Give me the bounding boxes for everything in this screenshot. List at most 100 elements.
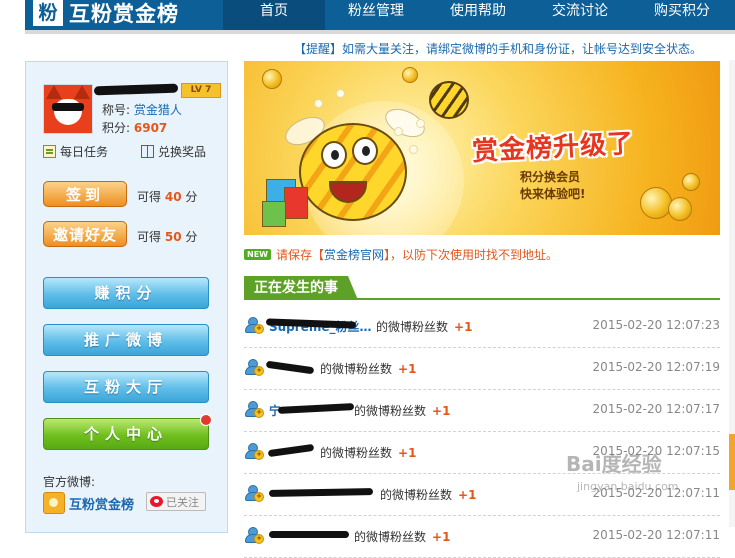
feed-time: 2015-02-20 12:07:17	[592, 402, 720, 416]
section-title: 正在发生的事	[244, 276, 358, 300]
gift-box-icon	[284, 187, 308, 219]
nav-home[interactable]: 首页	[223, 0, 325, 30]
nav-discussion[interactable]: 交流讨论	[529, 0, 631, 30]
official-site-link[interactable]: 赏金榜官网	[324, 246, 384, 263]
nav-fans-management[interactable]: 粉丝管理	[325, 0, 427, 30]
gold-coin-icon	[668, 197, 692, 221]
gift-icon	[141, 145, 154, 158]
feed-item: + 的微博粉丝数 +1 2015-02-20 12:07:11	[244, 517, 720, 558]
weibo-icon	[150, 496, 163, 507]
task-icon	[43, 145, 56, 158]
invite-reward-pre: 可得	[137, 230, 162, 244]
avatar-ear-left	[46, 85, 62, 99]
feed-action: 的微博粉丝数 +1	[354, 404, 451, 418]
daily-task-link[interactable]: 每日任务	[43, 143, 108, 160]
add-fan-icon: +	[245, 317, 264, 334]
feed-action: 的微博粉丝数 +1	[320, 446, 417, 460]
banner-sub-line2: 快来体验吧!	[520, 187, 586, 201]
top-header: 粉 互粉赏金榜 首页 粉丝管理 使用帮助 交流讨论 购买积分	[25, 0, 735, 30]
invite-reward: 可得 50 分	[137, 228, 197, 245]
level-badge: LV 7	[181, 83, 221, 98]
feed-action: 的微博粉丝数 +1	[354, 530, 451, 544]
official-logo-icon[interactable]	[43, 492, 65, 514]
avatar[interactable]	[43, 84, 93, 134]
popcorn-icon	[409, 145, 418, 154]
gold-coin-icon	[262, 69, 282, 89]
user-points-row: 积分: 6907	[102, 119, 167, 136]
earn-points-button[interactable]: 赚积分	[43, 277, 209, 309]
popcorn-icon	[394, 127, 403, 136]
add-fan-icon: +	[245, 401, 264, 418]
checkin-button[interactable]: 签到	[43, 181, 127, 207]
popcorn-icon	[416, 119, 425, 128]
gold-coin-icon	[640, 187, 672, 219]
points-value: 6907	[133, 121, 168, 135]
promote-weibo-button[interactable]: 推广微博	[43, 324, 209, 356]
official-weibo-label: 官方微博:	[43, 475, 96, 489]
checkin-reward: 可得 40 分	[137, 188, 197, 205]
feed-time: 2015-02-20 12:07:11	[592, 528, 720, 542]
redeem-label: 兑换奖品	[158, 145, 207, 159]
logo-icon[interactable]: 粉	[33, 0, 63, 26]
fans-hall-button[interactable]: 互粉大厅	[43, 371, 209, 403]
add-fan-icon: +	[245, 443, 264, 460]
add-fan-icon: +	[245, 359, 264, 376]
promo-banner[interactable]: 赏金榜升级了 积分换会员 快来体验吧!	[244, 61, 720, 235]
bee-eye-icon	[321, 141, 347, 169]
feed-action: 的微博粉丝数 +1	[376, 320, 473, 334]
bee-mascot-icon	[299, 123, 407, 221]
banner-sub-line1: 积分换会员	[520, 170, 581, 184]
avatar-ear-right	[74, 85, 90, 99]
gift-box-icon	[262, 201, 286, 227]
bee-eye-icon	[352, 137, 378, 165]
checkin-reward-num: 40	[164, 190, 182, 204]
save-site-tip: NEW 请保存【 赏金榜官网 】，以防下次使用时找不到地址。	[244, 246, 558, 263]
feed-item: + 的微博粉丝数 +1 2015-02-20 12:07:19	[244, 349, 720, 390]
add-fan-icon: +	[245, 527, 264, 544]
followed-label: 已关注	[166, 495, 199, 509]
title-value: 赏金猎人	[133, 103, 182, 117]
feed-time: 2015-02-20 12:07:19	[592, 360, 720, 374]
new-badge: NEW	[244, 249, 271, 260]
feed-time: 2015-02-20 12:07:23	[592, 318, 720, 332]
feed-action: 的微博粉丝数 +1	[380, 488, 477, 502]
feed-action: 的微博粉丝数 +1	[320, 362, 417, 376]
daily-task-label: 每日任务	[60, 145, 109, 159]
username-redacted	[93, 83, 179, 96]
right-edge-ad	[729, 434, 735, 490]
small-bee-icon	[429, 81, 469, 119]
gold-coin-icon	[682, 173, 700, 191]
banner-subtitle: 积分换会员 快来体验吧!	[520, 169, 585, 203]
popcorn-icon	[336, 89, 345, 98]
header-divider	[25, 30, 735, 34]
invite-reward-unit: 分	[185, 230, 198, 244]
activity-feed: + Supreme_粉丝… 的微博粉丝数+1 2015-02-20 12:07:…	[244, 306, 720, 558]
banner-title: 赏金榜升级了	[471, 128, 635, 168]
popcorn-icon	[314, 99, 323, 108]
feed-item: + 宁 的微博粉丝数 +1 2015-02-20 12:07:17	[244, 391, 720, 432]
redaction-mark	[268, 488, 374, 497]
points-label: 积分:	[102, 121, 131, 135]
redaction-mark	[265, 360, 315, 375]
invite-friends-button[interactable]: 邀请好友	[43, 221, 127, 247]
redaction-mark	[267, 443, 315, 458]
redeem-link[interactable]: 兑换奖品	[141, 143, 206, 160]
notification-dot	[200, 414, 212, 426]
nav-help[interactable]: 使用帮助	[427, 0, 529, 30]
security-notice: 【提醒】如需大量关注，请绑定微博的手机和身份证，让帐号达到安全状态。	[294, 42, 703, 56]
nav-buy-points[interactable]: 购买积分	[631, 0, 733, 30]
tip-text-after: 】，以防下次使用时找不到地址。	[384, 248, 559, 262]
activity-section-header: 正在发生的事	[244, 276, 720, 300]
main-nav: 首页 粉丝管理 使用帮助 交流讨论 购买积分	[223, 0, 733, 30]
followed-button[interactable]: 已关注	[146, 492, 206, 511]
official-weibo-name[interactable]: 互粉赏金榜	[69, 494, 134, 513]
site-logo-text[interactable]: 互粉赏金榜	[69, 0, 179, 28]
baidu-watermark-url: jingyan.baidu.com	[577, 480, 679, 493]
tip-text-before: 请保存【	[275, 248, 324, 262]
user-sidebar: LV 7 称号: 赏金猎人 积分: 6907 每日任务 兑换奖品 签到 可得 4…	[25, 61, 228, 533]
redaction-mark	[269, 531, 349, 538]
checkin-reward-pre: 可得	[137, 190, 162, 204]
checkin-reward-unit: 分	[185, 190, 198, 204]
personal-center-button[interactable]: 个人中心	[43, 418, 209, 450]
title-label: 称号:	[102, 103, 131, 117]
